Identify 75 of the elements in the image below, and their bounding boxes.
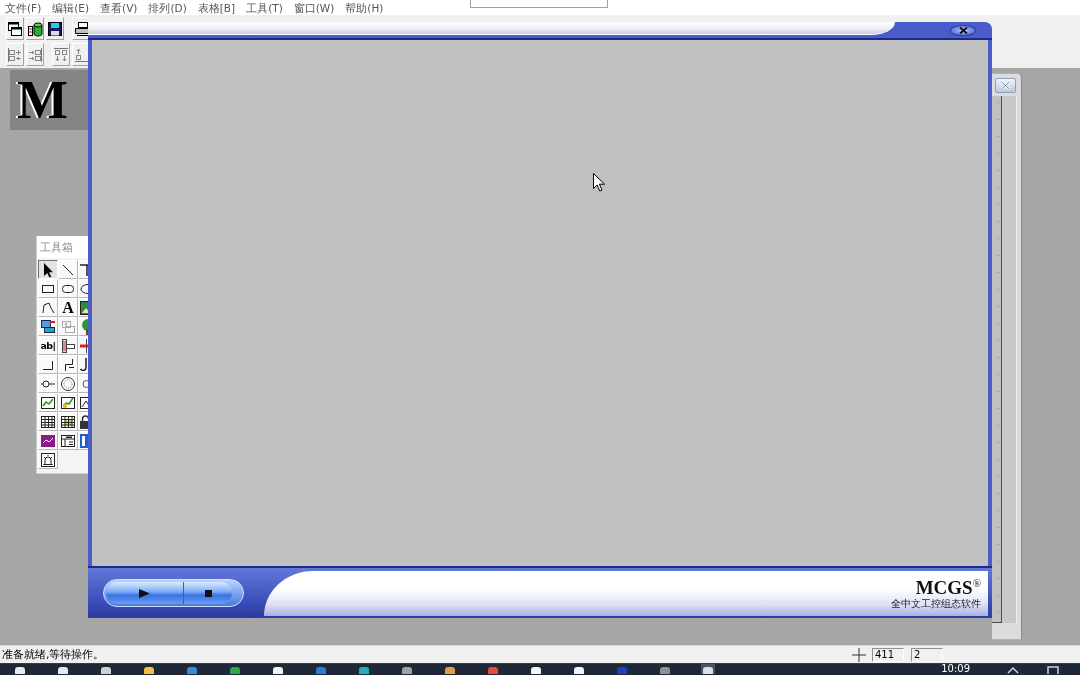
toolbox-title: 工具箱: [37, 236, 88, 258]
line-chart-icon: [40, 394, 56, 411]
xy-chart-icon: [60, 394, 76, 411]
alarm-icon: [40, 451, 56, 468]
play-button[interactable]: [106, 582, 184, 604]
logo-banner: M: [10, 70, 88, 130]
app-icon: [142, 664, 156, 674]
clock: 10:09: [941, 664, 970, 674]
chevron-icon: [1006, 664, 1020, 674]
table-icon: [40, 413, 56, 430]
app-icon: [572, 664, 586, 674]
database-icon: [27, 20, 43, 37]
app-icon: [615, 664, 629, 674]
mouse-pointer-icon: [593, 173, 605, 192]
align-right-icon: [27, 46, 43, 63]
bar-icon: [80, 338, 88, 353]
app-icon: [185, 664, 199, 674]
close-icon: [1000, 81, 1011, 90]
menu-item[interactable]: 工具(T): [246, 0, 283, 15]
app-icon: [357, 664, 371, 674]
chart-icon: [80, 396, 88, 409]
status-message: 准备就绪,等待操作。: [1, 647, 105, 662]
menu-item[interactable]: 编辑(E): [52, 0, 90, 15]
frames-icon: [60, 318, 76, 335]
value-field: 411: [872, 647, 904, 662]
stop-button[interactable]: [184, 582, 232, 604]
app-icon: [486, 664, 500, 674]
app-icon: [443, 664, 457, 674]
close-icon: [958, 27, 968, 34]
app-icon: [56, 664, 70, 674]
close-button[interactable]: [950, 25, 976, 36]
crosshair-icon: [852, 647, 866, 662]
stacked-windows-icon: [7, 20, 23, 37]
app-icon: [228, 664, 242, 674]
value-field: 2: [911, 647, 943, 662]
toolbar-button[interactable]: [46, 17, 64, 40]
menu-item[interactable]: 文件(F): [5, 0, 42, 15]
brand-logo: MCGS$^{®}$: [915, 577, 981, 598]
align-bottom-icon: [74, 46, 88, 63]
slider-icon: [60, 337, 76, 354]
menu-item[interactable]: 窗口(W): [293, 0, 335, 15]
app-icon: [99, 664, 113, 674]
menu-item[interactable]: 排列(D): [148, 0, 187, 15]
play-icon: [139, 588, 150, 598]
menu-item[interactable]: 表格[B]: [197, 0, 236, 15]
table-icon: [60, 413, 76, 430]
tool-button[interactable]: ab|: [38, 336, 58, 355]
app-icon: [400, 664, 414, 674]
chart-icon: [40, 432, 56, 449]
line-icon: [80, 263, 88, 276]
tree-icon: [80, 318, 88, 335]
printer-icon: [74, 20, 88, 37]
align-top-icon: [53, 46, 69, 63]
stop-icon: [204, 589, 212, 597]
tool-button[interactable]: A: [58, 298, 78, 317]
polygon-icon: [40, 299, 56, 316]
toolbar-button[interactable]: [72, 17, 88, 40]
align-left-icon: [7, 46, 23, 63]
app-icon: [529, 664, 543, 674]
brand-tagline: 全中文工控组态软件: [891, 597, 981, 610]
app-icon: [314, 664, 328, 674]
app-icon: [13, 664, 27, 674]
text-field[interactable]: [470, 0, 608, 8]
app-icon: [271, 664, 285, 674]
report-icon: [60, 432, 76, 449]
windows-icon: [40, 318, 56, 335]
hook-icon: [80, 358, 88, 371]
tool-button[interactable]: [38, 260, 58, 279]
dial-icon: [60, 375, 76, 392]
toolbar-button[interactable]: [26, 17, 44, 40]
menu-item[interactable]: 帮助(H): [345, 0, 384, 15]
menu-item[interactable]: 查看(V): [100, 0, 138, 15]
lock-icon: [80, 414, 88, 429]
app-icon: [658, 664, 672, 674]
toolbar-button[interactable]: [6, 17, 24, 40]
